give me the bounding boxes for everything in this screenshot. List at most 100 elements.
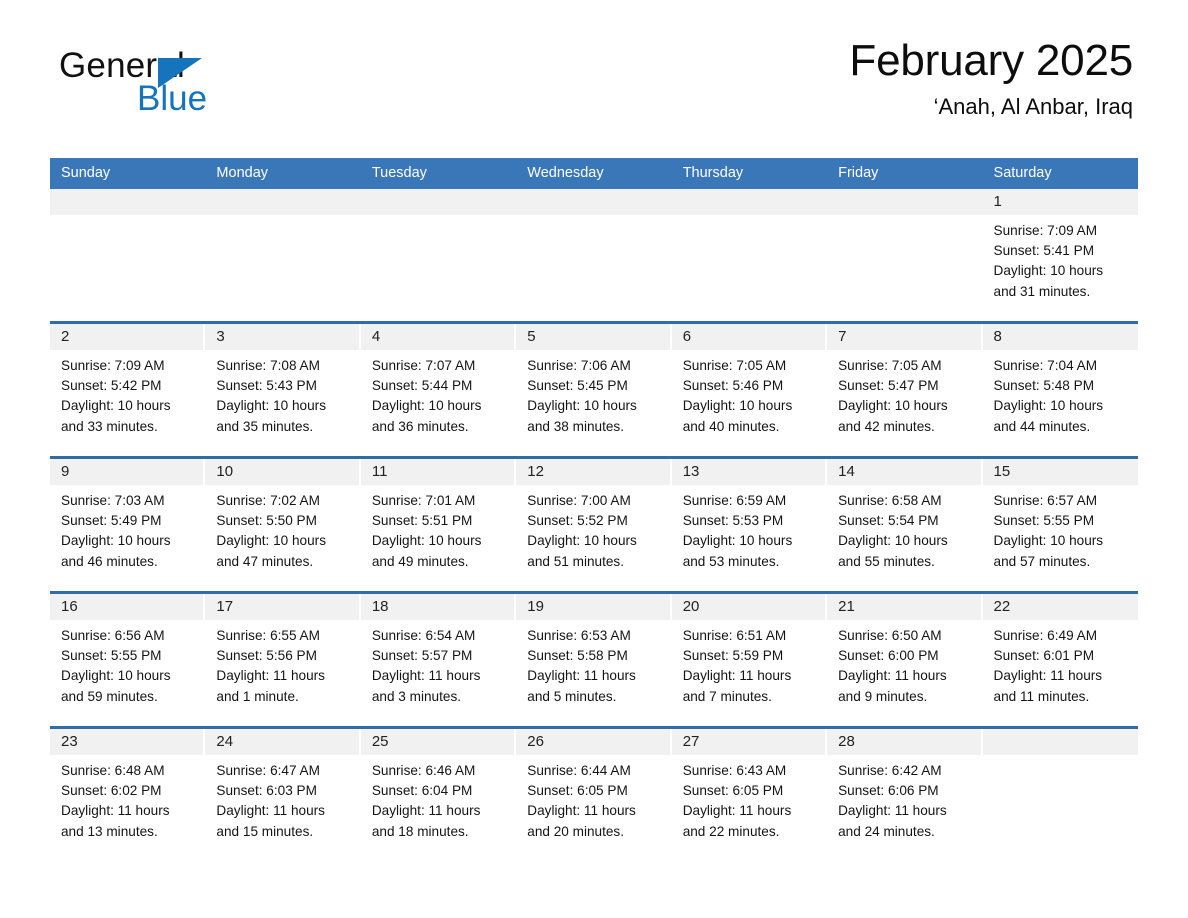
day-cell[interactable]: 8 Sunrise: 7:04 AM Sunset: 5:48 PM Daylight… [982,324,1138,456]
week-cells: 23 Sunrise: 6:48 AM Sunset: 6:02 PM Dayligh… [50,729,1138,861]
day-details: Sunrise: 7:09 AM Sunset: 5:41 PM Daylight:… [983,215,1138,302]
day-number-strip: 23 [50,729,206,755]
day-number: 21 [838,598,855,615]
sunrise-text: Sunrise: 6:54 AM [371,628,476,643]
sunrise-text: Sunrise: 6:55 AM [216,628,320,643]
sunrise-text: Sunrise: 6:51 AM [682,628,787,643]
day-cell-empty [516,189,672,321]
day-details: Sunrise: 6:47 AM Sunset: 6:03 PM Daylight:… [205,755,360,842]
sunrise-text: Sunrise: 6:49 AM [993,628,1098,643]
sunset-text: Sunset: 5:57 PM [371,648,473,664]
day-number-strip: 7 [827,324,983,350]
day-number-strip: 21 [827,594,983,620]
day-number: 17 [216,598,234,615]
day-details: Sunrise: 7:04 AM Sunset: 5:48 PM Daylight:… [983,350,1138,437]
page-header: General Blue February 2025 ‘Anah, Al Anb… [50,0,1138,118]
day-cell[interactable]: 13 Sunrise: 6:59 AM Sunset: 5:53 PM Dayligh… [671,459,828,591]
day-cell[interactable]: 5 Sunrise: 7:06 AM Sunset: 5:45 PM Daylight… [516,324,672,456]
sunset-text: Sunset: 6:06 PM [838,783,939,799]
day-cell[interactable]: 6 Sunrise: 7:05 AM Sunset: 5:46 PM Daylight… [671,324,828,456]
sunset-text: Sunset: 5:58 PM [527,648,628,664]
day-number-strip: 11 [360,459,517,485]
day-cell[interactable]: 19 Sunrise: 6:53 AM Sunset: 5:58 PM Dayligh… [516,594,672,726]
daylight-text: Daylight: 11 hours and 5 minutes. [527,668,636,704]
sunrise-text: Sunrise: 7:04 AM [993,358,1098,373]
day-details: Sunrise: 6:44 AM Sunset: 6:05 PM Daylight:… [516,755,671,842]
day-cell[interactable]: 11 Sunrise: 7:01 AM Sunset: 5:51 PM Dayligh… [360,459,517,591]
day-cell[interactable]: 12 Sunrise: 7:00 AM Sunset: 5:52 PM Dayligh… [516,459,672,591]
day-number: 10 [216,463,234,480]
day-number: 2 [61,328,70,345]
day-number-strip: 8 [982,324,1138,350]
day-cell[interactable]: 9 Sunrise: 7:03 AM Sunset: 5:49 PM Daylight… [50,459,206,591]
day-cell[interactable]: 22 Sunrise: 6:49 AM Sunset: 6:01 PM Dayligh… [982,594,1138,726]
week-cells: 2 Sunrise: 7:09 AM Sunset: 5:42 PM Daylight… [50,324,1138,456]
day-number-strip: 6 [671,324,828,350]
day-number: 23 [61,733,78,750]
day-cell[interactable]: 14 Sunrise: 6:58 AM Sunset: 5:54 PM Dayligh… [827,459,983,591]
day-number: 18 [371,598,389,615]
daylight-text: Daylight: 11 hours and 24 minutes. [838,803,947,839]
day-cell[interactable]: 28 Sunrise: 6:42 AM Sunset: 6:06 PM Dayligh… [827,729,983,861]
day-cell[interactable]: 21 Sunrise: 6:50 AM Sunset: 6:00 PM Dayligh… [827,594,983,726]
day-number-strip [50,189,206,215]
day-cell[interactable]: 26 Sunrise: 6:44 AM Sunset: 6:05 PM Dayligh… [516,729,672,861]
generalblue-logo[interactable]: General Blue [59,48,319,120]
sunrise-text: Sunrise: 7:09 AM [993,223,1098,238]
day-cell[interactable]: 4 Sunrise: 7:07 AM Sunset: 5:44 PM Daylight… [360,324,517,456]
sunset-text: Sunset: 5:53 PM [682,513,784,529]
day-number-strip: 20 [671,594,828,620]
sunrise-text: Sunrise: 6:47 AM [216,763,320,778]
day-number: 5 [527,328,536,345]
day-number-strip: 1 [982,189,1138,215]
day-details: Sunrise: 6:56 AM Sunset: 5:55 PM Daylight:… [50,620,205,707]
day-number-strip: 22 [982,594,1138,620]
sunrise-text: Sunrise: 6:48 AM [61,763,165,778]
sunset-text: Sunset: 5:50 PM [216,513,317,529]
daylight-text: Daylight: 10 hours and 57 minutes. [993,533,1104,569]
day-number-strip [671,189,828,215]
day-number: 13 [682,463,700,480]
day-number: 25 [371,733,389,750]
daylight-text: Daylight: 11 hours and 7 minutes. [682,668,792,704]
day-cell[interactable]: 18 Sunrise: 6:54 AM Sunset: 5:57 PM Dayligh… [360,594,517,726]
day-details: Sunrise: 6:51 AM Sunset: 5:59 PM Daylight:… [672,620,827,707]
calendar-page: General Blue February 2025 ‘Anah, Al Anb… [0,0,1188,918]
daylight-text: Daylight: 10 hours and 35 minutes. [216,398,326,434]
day-number-strip: 9 [50,459,206,485]
day-cell[interactable]: 23 Sunrise: 6:48 AM Sunset: 6:02 PM Dayligh… [50,729,206,861]
day-cell[interactable]: 2 Sunrise: 7:09 AM Sunset: 5:42 PM Daylight… [50,324,206,456]
sunrise-text: Sunrise: 7:08 AM [216,358,320,373]
calendar-week-row: 16 Sunrise: 6:56 AM Sunset: 5:55 PM Dayligh… [50,591,1138,726]
day-cell[interactable]: 15 Sunrise: 6:57 AM Sunset: 5:55 PM Dayligh… [982,459,1138,591]
daylight-text: Daylight: 10 hours and 36 minutes. [371,398,482,434]
sunrise-text: Sunrise: 6:44 AM [527,763,631,778]
day-cell[interactable]: 25 Sunrise: 6:46 AM Sunset: 6:04 PM Dayligh… [360,729,517,861]
daylight-text: Daylight: 10 hours and 51 minutes. [527,533,637,569]
sunrise-text: Sunrise: 6:57 AM [993,493,1098,508]
day-cell[interactable]: 27 Sunrise: 6:43 AM Sunset: 6:05 PM Dayligh… [671,729,828,861]
day-details: Sunrise: 6:43 AM Sunset: 6:05 PM Daylight:… [672,755,827,842]
day-number: 6 [682,328,692,345]
weekday-header-friday: Friday [838,165,879,181]
day-cell[interactable]: 7 Sunrise: 7:05 AM Sunset: 5:47 PM Daylight… [827,324,983,456]
day-cell-empty [50,189,206,321]
day-cell[interactable]: 1 Sunrise: 7:09 AM Sunset: 5:41 PM Daylight… [982,189,1138,321]
sunset-text: Sunset: 6:01 PM [993,648,1095,664]
day-number-strip: 24 [205,729,361,755]
day-number-strip: 3 [205,324,361,350]
day-cell[interactable]: 17 Sunrise: 6:55 AM Sunset: 5:56 PM Dayligh… [205,594,361,726]
day-details: Sunrise: 7:09 AM Sunset: 5:42 PM Daylight:… [50,350,205,437]
day-cell[interactable]: 24 Sunrise: 6:47 AM Sunset: 6:03 PM Dayligh… [205,729,361,861]
weekday-header-thursday: Thursday [682,165,744,181]
day-number-strip: 16 [50,594,206,620]
day-number-strip: 26 [516,729,672,755]
day-cell[interactable]: 16 Sunrise: 6:56 AM Sunset: 5:55 PM Dayligh… [50,594,206,726]
sunrise-text: Sunrise: 7:05 AM [682,358,787,373]
day-cell[interactable]: 20 Sunrise: 6:51 AM Sunset: 5:59 PM Dayligh… [671,594,828,726]
day-number: 8 [993,328,1002,345]
day-cell[interactable]: 10 Sunrise: 7:02 AM Sunset: 5:50 PM Dayligh… [205,459,361,591]
sunset-text: Sunset: 6:05 PM [682,783,784,799]
day-cell[interactable]: 3 Sunrise: 7:08 AM Sunset: 5:43 PM Daylight… [205,324,361,456]
daylight-text: Daylight: 11 hours and 13 minutes. [61,803,170,839]
